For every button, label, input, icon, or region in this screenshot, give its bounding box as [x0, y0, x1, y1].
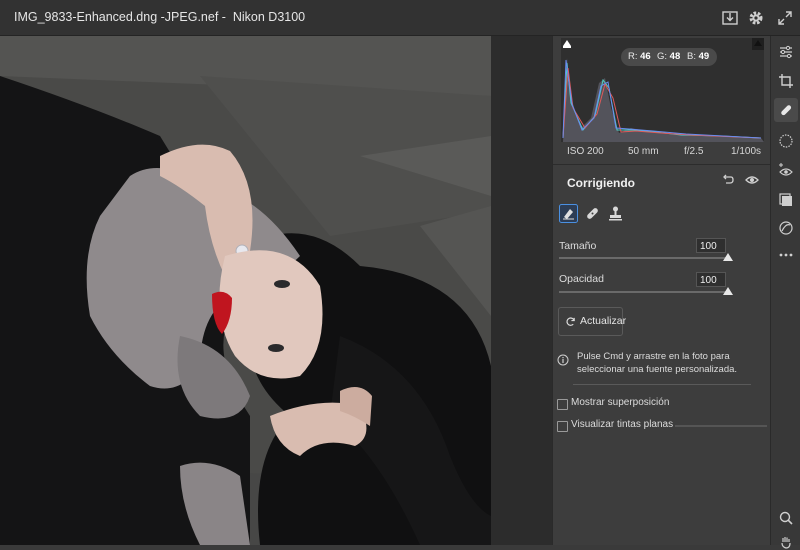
bandage-icon[interactable] [583, 204, 602, 223]
photo-preview [0, 36, 491, 545]
rgb-readout: R: 46 G: 48 B: 49 [621, 48, 717, 66]
overlay-checkbox[interactable] [557, 399, 568, 410]
sliders-icon[interactable] [778, 44, 794, 60]
exif-iso: ISO 200 [567, 146, 604, 157]
divider [553, 164, 771, 165]
zoom-icon[interactable] [778, 510, 794, 526]
histogram: R: 46 G: 48 B: 49 [561, 38, 764, 142]
size-label: Tamaño [559, 240, 597, 252]
opacity-label: Opacidad [559, 273, 604, 285]
flat-tint-slider[interactable] [675, 425, 767, 427]
flat-tint-checkbox[interactable] [557, 421, 568, 432]
expand-icon[interactable] [775, 8, 795, 28]
more-icon[interactable] [778, 247, 794, 263]
exif-shutter: 1/100s [731, 146, 762, 157]
image-canvas[interactable] [0, 36, 552, 545]
snapshot-icon[interactable] [778, 220, 794, 236]
refresh-button[interactable]: Actualizar [558, 307, 627, 336]
refresh-icon [566, 317, 575, 326]
hand-icon[interactable] [778, 534, 794, 550]
stamp-icon[interactable] [606, 204, 625, 223]
tool-rail [770, 36, 800, 549]
overlay-label: Mostrar superposición [571, 397, 670, 408]
edit-panel: R: 46 G: 48 B: 49 ISO 200 50 mm f/2.5 1/… [552, 36, 771, 545]
refresh-label: Actualizar [580, 315, 627, 327]
mask-icon[interactable] [778, 133, 794, 149]
flat-tint-label: Visualizar tintas planas [571, 419, 674, 430]
reset-icon[interactable] [721, 173, 735, 187]
g-value: 48 [669, 51, 681, 62]
healing-icon[interactable] [778, 102, 794, 118]
highlight-clipping-icon[interactable] [752, 38, 764, 50]
section-title: Corrigiendo [567, 176, 635, 190]
info-text: Pulse Cmd y arrastre en la foto para sel… [577, 351, 738, 375]
b-label: B: [687, 51, 696, 62]
size-slider-track[interactable] [559, 257, 728, 259]
window-title: IMG_9833-Enhanced.dng -JPEG.nef - Nikon … [14, 10, 306, 24]
presets-icon[interactable] [778, 192, 794, 208]
download-icon[interactable] [720, 8, 740, 28]
exif-focal: 50 mm [628, 146, 659, 157]
g-label: G: [657, 51, 668, 62]
gear-icon[interactable] [746, 8, 766, 28]
r-label: R: [628, 51, 638, 62]
b-value: 49 [698, 51, 710, 62]
red-eye-icon[interactable] [778, 162, 794, 178]
exif-aperture: f/2.5 [684, 146, 704, 157]
info-divider [573, 384, 751, 385]
brush-icon[interactable] [559, 204, 578, 223]
exif-info: ISO 200 50 mm f/2.5 1/100s [561, 146, 764, 162]
opacity-value-input[interactable]: 100 [696, 272, 726, 287]
opacity-slider-thumb[interactable] [723, 287, 733, 295]
crop-icon[interactable] [778, 73, 794, 89]
r-value: 46 [640, 51, 651, 62]
opacity-slider-track[interactable] [559, 291, 728, 293]
visibility-icon[interactable] [745, 173, 759, 187]
title-bar: IMG_9833-Enhanced.dng -JPEG.nef - Nikon … [0, 0, 800, 36]
size-slider-thumb[interactable] [723, 253, 733, 261]
size-value-input[interactable]: 100 [696, 238, 726, 253]
info-icon [557, 354, 569, 366]
shadow-clipping-icon[interactable] [561, 38, 573, 50]
